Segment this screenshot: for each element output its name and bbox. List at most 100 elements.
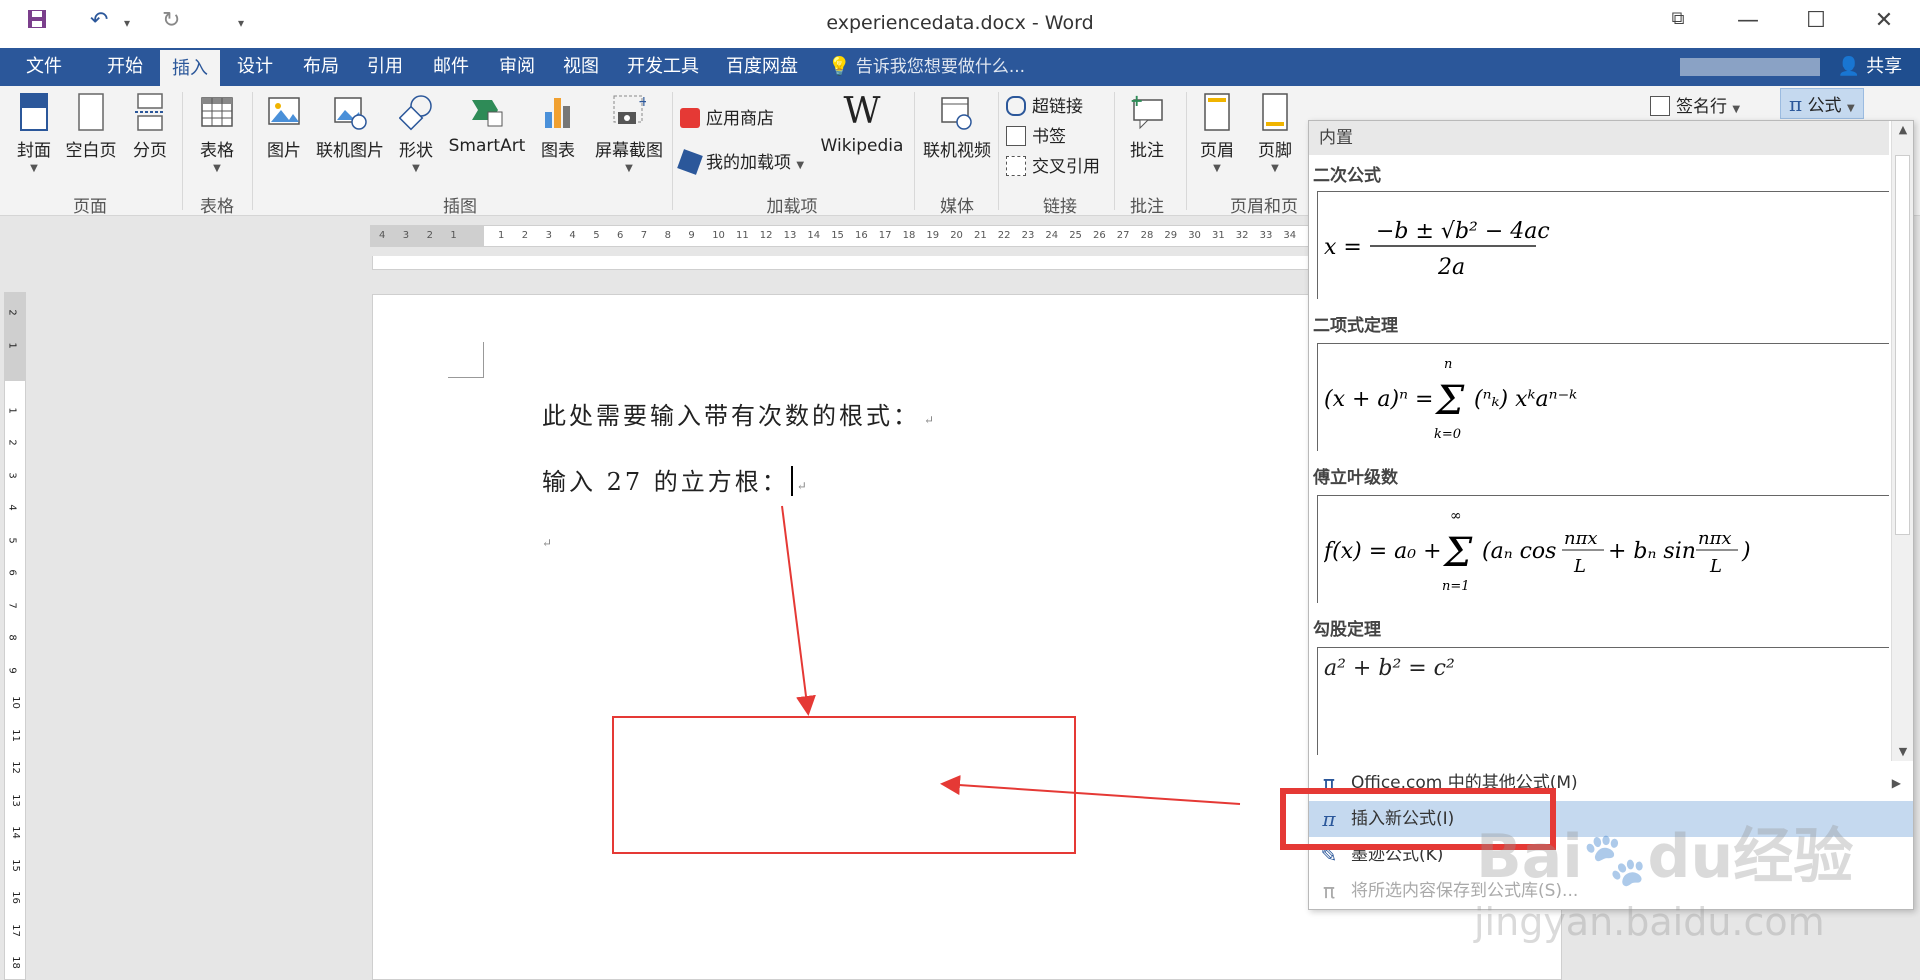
equation-button[interactable]: π 公式 ▼ xyxy=(1780,88,1864,119)
watermark-logo-text: Bai xyxy=(1476,822,1583,892)
horizontal-ruler[interactable]: 4 3 2 1 1 2 3 4 5 6 7 8 9 10 11 12 13 14 15 16 17 18 19 20 21 22 2… xyxy=(370,225,1310,247)
bookmark-button[interactable]: 书签 xyxy=(1006,122,1066,147)
addins-icon xyxy=(677,149,703,175)
signature-line-button[interactable]: 签名行 ▼ xyxy=(1650,92,1740,117)
ruler-tick-label: 3 xyxy=(402,230,410,241)
scroll-down-icon[interactable]: ▼ xyxy=(1892,745,1914,758)
header-button[interactable]: 页眉 ▼ xyxy=(1194,92,1240,174)
tab-references[interactable]: 引用 xyxy=(354,48,416,86)
section-pythagorean: 勾股定理 xyxy=(1313,620,1381,640)
ruler-tick-label: 1 xyxy=(450,230,457,241)
ruler-tick-label: 23 xyxy=(1021,230,1035,241)
share-button[interactable]: 👤 共享 xyxy=(1820,48,1920,86)
tab-baidu-netdisk[interactable]: 百度网盘 xyxy=(716,48,808,86)
tab-design[interactable]: 设计 xyxy=(224,48,286,86)
ruler-tick-label: 15 xyxy=(9,858,21,872)
equation-pythagorean[interactable]: a² + b² = c² xyxy=(1317,647,1889,755)
tab-view[interactable]: 视图 xyxy=(550,48,612,86)
tab-review[interactable]: 审阅 xyxy=(486,48,548,86)
page-break-button[interactable]: 分页 xyxy=(128,92,172,161)
empty-paragraph[interactable]: ↵ xyxy=(542,536,555,550)
table-button[interactable]: 表格 ▼ xyxy=(194,92,240,174)
new-comment-button[interactable]: + 批注 xyxy=(1122,92,1172,161)
online-video-button[interactable]: 联机视频 xyxy=(920,92,994,161)
group-separator xyxy=(672,92,673,210)
tab-developer[interactable]: 开发工具 xyxy=(618,48,708,86)
close-button[interactable]: ✕ xyxy=(1864,8,1904,33)
ruler-tick-label: 29 xyxy=(1164,230,1178,241)
ruler-tick-label: 28 xyxy=(1140,230,1154,241)
cross-reference-button[interactable]: 交叉引用 xyxy=(1006,152,1100,177)
vertical-ruler[interactable]: 2 1 1 2 3 4 5 6 7 8 9 10 11 12 13 14 15 16 17 18 xyxy=(4,292,26,980)
footer-button[interactable]: 页脚 ▼ xyxy=(1252,92,1298,174)
ruler-tick-label: 6 xyxy=(6,569,18,576)
shapes-button[interactable]: 形状 ▼ xyxy=(394,92,438,174)
minimize-button[interactable]: — xyxy=(1728,8,1768,33)
baidu-watermark-logo: Bai🐾du经验 xyxy=(1476,808,1853,895)
pictures-button[interactable]: 图片 xyxy=(262,92,306,161)
store-button[interactable]: 应用商店 xyxy=(680,104,774,129)
screenshot-button[interactable]: + 屏幕截图 ▼ xyxy=(590,92,668,174)
chevron-down-icon: ▼ xyxy=(213,163,221,174)
wikipedia-icon: W xyxy=(843,91,881,132)
scroll-thumb[interactable] xyxy=(1895,155,1910,535)
ruler-top-margin xyxy=(5,293,25,381)
equation-fourier[interactable]: f(x) = a₀ + ∞ Σ n=1 (aₙ cos nπx L + bₙ s… xyxy=(1317,495,1889,603)
hyperlink-button[interactable]: 超链接 xyxy=(1006,92,1083,117)
ruler-tick-label: 26 xyxy=(1093,230,1106,241)
tab-insert[interactable]: 插入 xyxy=(160,48,220,86)
group-label-tables: 表格 xyxy=(200,197,234,217)
comment-label: 批注 xyxy=(1130,141,1164,161)
group-separator xyxy=(182,92,183,210)
online-picture-icon xyxy=(334,97,367,130)
maximize-button[interactable]: ☐ xyxy=(1796,8,1836,33)
scroll-up-icon[interactable]: ▲ xyxy=(1892,123,1914,136)
chevron-down-icon: ▼ xyxy=(1732,104,1741,115)
ruler-tick-label: 10 xyxy=(9,696,21,709)
tab-mailings[interactable]: 邮件 xyxy=(420,48,482,86)
fourier-series: f(x) = a₀ + ∞ Σ n=1 (aₙ cos nπx L + bₙ s… xyxy=(1322,506,1784,602)
my-addins-button[interactable]: 我的加载项 ▼ xyxy=(677,148,804,175)
blank-page-label: 空白页 xyxy=(65,141,117,161)
camera-icon: + xyxy=(613,94,646,124)
wikipedia-label: Wikipedia xyxy=(820,136,904,156)
ruler-tick-label: 15 xyxy=(831,230,844,241)
tab-layout[interactable]: 布局 xyxy=(290,48,352,86)
window-title: experiencedata.docx - Word xyxy=(826,12,1094,34)
gallery-scrollbar[interactable]: ▲ ▼ xyxy=(1891,121,1913,761)
picture-icon xyxy=(268,97,300,125)
smartart-button[interactable]: SmartArt xyxy=(446,92,528,156)
document-line-1[interactable]: 此处需要输入带有次数的根式： ↵ xyxy=(542,396,937,431)
previous-page-edge xyxy=(372,256,1312,270)
equation-binomial[interactable]: (x + a)ⁿ = n Σ k=0 (ⁿₖ) xᵏaⁿ⁻ᵏ xyxy=(1317,343,1889,451)
table-icon xyxy=(201,97,233,127)
paw-icon: 🐾 xyxy=(1582,830,1648,890)
tab-file[interactable]: 文件 xyxy=(0,48,88,86)
group-separator xyxy=(1186,92,1187,210)
ribbon-display-options-icon[interactable]: ⧉ xyxy=(1658,8,1698,29)
ruler-tick-label: 1 xyxy=(498,230,505,241)
document-line-2[interactable]: 输入 27 的立方根： ↵ xyxy=(542,462,810,497)
ruler-tick-label: 34 xyxy=(1283,230,1297,241)
blank-page-button[interactable]: 空白页 xyxy=(62,92,120,161)
wikipedia-button[interactable]: W Wikipedia xyxy=(820,91,904,157)
tell-me-box[interactable]: 💡 告诉我您想要做什么... xyxy=(828,48,1025,86)
chart-icon xyxy=(545,98,570,128)
equation-quadratic[interactable]: x = −b ± √b² − 4ac 2a xyxy=(1317,191,1889,299)
group-label-media: 媒体 xyxy=(940,197,974,217)
svg-text:n: n xyxy=(1444,357,1452,372)
signature-label: 签名行 xyxy=(1676,97,1727,117)
footer-label: 页脚 xyxy=(1258,141,1292,161)
ruler-tick-label: 14 xyxy=(807,230,821,241)
cover-page-button[interactable]: 封面 ▼ xyxy=(12,92,56,174)
online-pictures-button[interactable]: 联机图片 xyxy=(312,92,388,161)
chart-button[interactable]: 图表 xyxy=(536,92,580,161)
ruler-tick-label: 7 xyxy=(6,601,18,609)
section-binomial: 二项式定理 xyxy=(1313,316,1398,336)
cover-page-label: 封面 xyxy=(17,141,51,161)
header-icon xyxy=(1204,93,1230,131)
binomial-theorem: (x + a)ⁿ = n Σ k=0 (ⁿₖ) xᵏaⁿ⁻ᵏ xyxy=(1324,354,1624,450)
ruler-tick-label: 4 xyxy=(569,230,576,241)
tab-home[interactable]: 开始 xyxy=(94,48,156,86)
page-break-icon xyxy=(135,93,165,131)
